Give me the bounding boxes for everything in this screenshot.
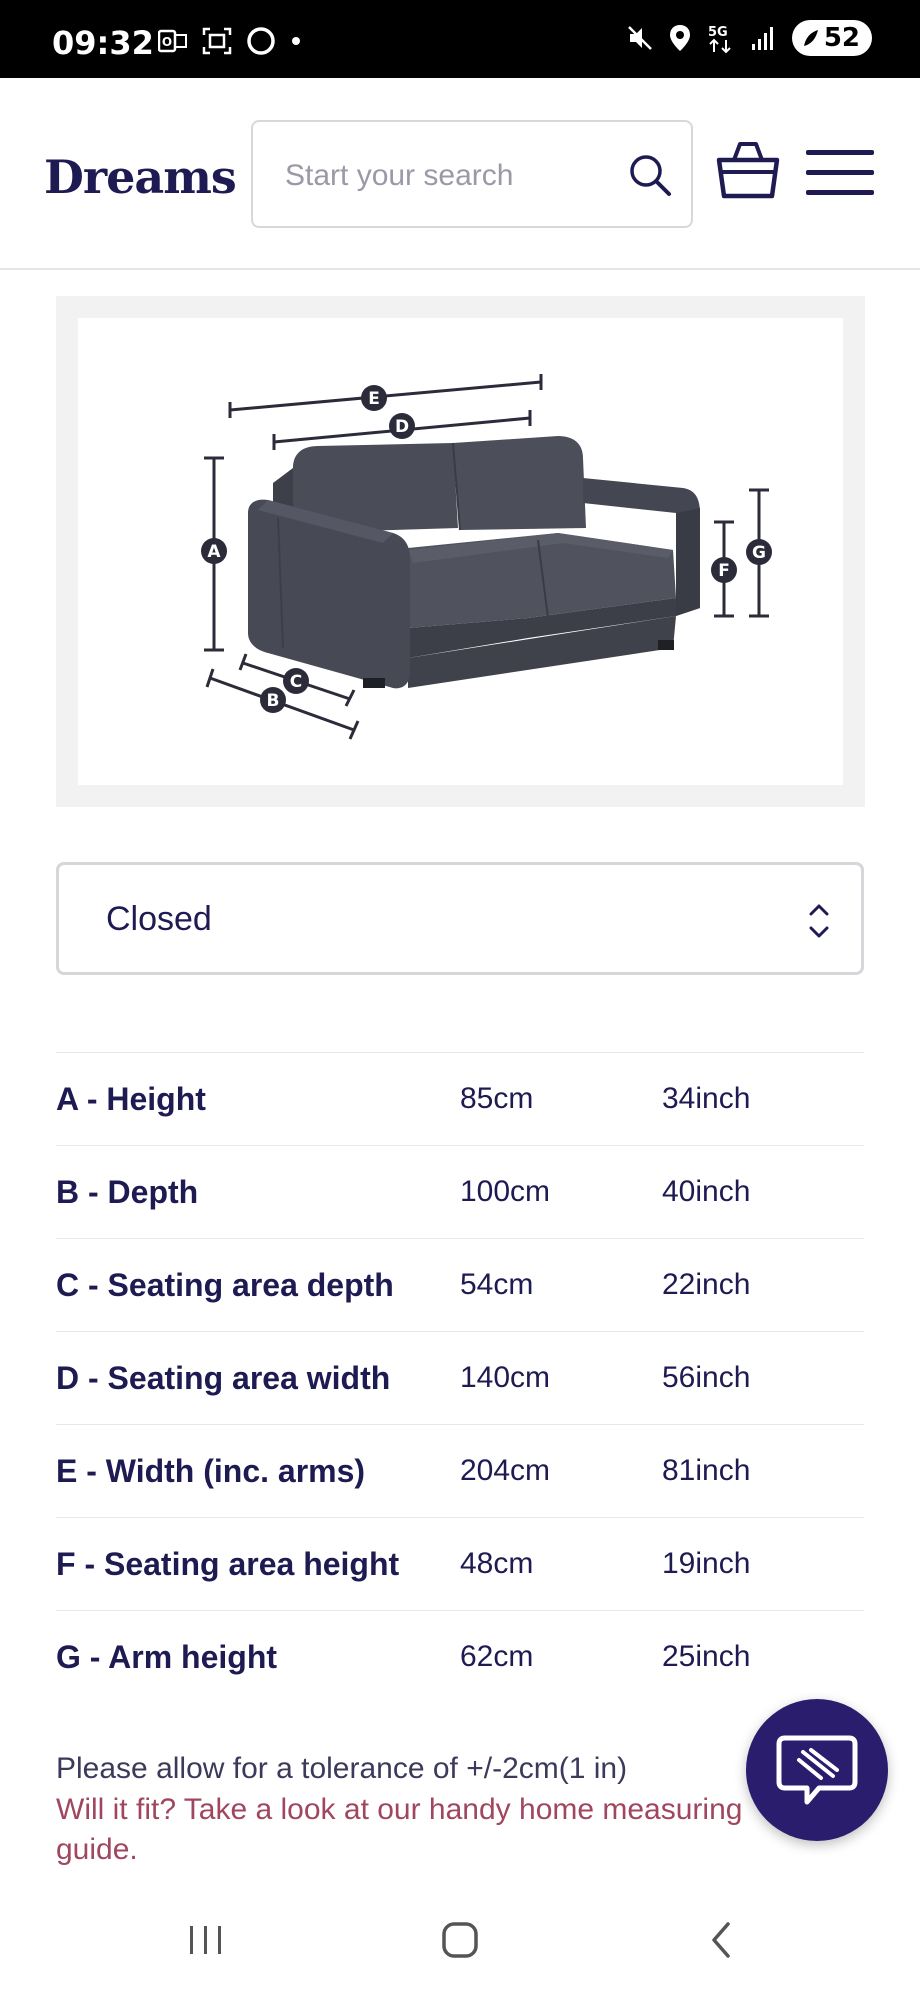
search-input[interactable] xyxy=(283,152,607,200)
signal-icon xyxy=(751,27,773,50)
dimension-label-e: E xyxy=(368,389,380,409)
chat-icon xyxy=(776,1735,858,1805)
table-row: B - Depth 100cm 40inch xyxy=(56,1145,864,1238)
dimension-line-f: F xyxy=(711,520,737,618)
sofa-state-select[interactable]: Closed xyxy=(56,862,864,975)
status-bar: 09:32 O 5G 52 xyxy=(0,0,920,78)
table-row: C - Seating area depth 54cm 22inch xyxy=(56,1238,864,1331)
status-time: 09:32 xyxy=(52,24,154,62)
svg-text:O: O xyxy=(162,35,172,49)
dimension-inch: 81inch xyxy=(662,1454,751,1487)
basket-icon[interactable] xyxy=(716,140,780,200)
dimension-inch: 25inch xyxy=(662,1640,751,1673)
table-row: G - Arm height 62cm 25inch xyxy=(56,1610,864,1703)
location-icon xyxy=(669,25,690,51)
dimension-cm: 85cm xyxy=(460,1082,534,1115)
dimension-cm: 100cm xyxy=(460,1175,551,1208)
dot-icon xyxy=(292,37,300,45)
sofa-diagram: E D A F G C B xyxy=(201,374,772,740)
search-icon[interactable] xyxy=(627,152,673,198)
dimension-label: C - Seating area depth xyxy=(56,1267,394,1303)
dimension-inch: 56inch xyxy=(662,1361,751,1394)
dimension-cm: 204cm xyxy=(460,1454,551,1487)
dimension-line-e: E xyxy=(228,374,543,418)
dimension-label: E - Width (inc. arms) xyxy=(56,1453,366,1489)
dimension-label: D - Seating area width xyxy=(56,1360,391,1396)
dimension-cm: 62cm xyxy=(460,1640,534,1673)
table-row: A - Height 85cm 34inch xyxy=(56,1052,864,1145)
dreams-logo[interactable]: Dreams xyxy=(44,150,237,204)
back-icon[interactable] xyxy=(702,1920,742,1960)
dimension-label: G - Arm height xyxy=(56,1639,278,1675)
battery-level: 52 xyxy=(823,23,860,53)
screenshot-icon xyxy=(202,27,232,55)
table-row: F - Seating area height 48cm 19inch xyxy=(56,1517,864,1610)
dimension-label: A - Height xyxy=(56,1081,206,1117)
dimension-diagram: E D A F G C B xyxy=(56,296,865,807)
dimension-line-g: G xyxy=(746,488,772,618)
dimension-inch: 34inch xyxy=(662,1082,751,1115)
outlook-icon: O xyxy=(158,29,187,53)
home-icon[interactable] xyxy=(440,1920,480,1960)
chevron-up-down-icon xyxy=(809,904,829,938)
dimension-label: B - Depth xyxy=(56,1174,199,1210)
battery-indicator: 52 xyxy=(791,20,872,56)
system-nav-bar xyxy=(0,1900,920,1993)
dimension-cm: 48cm xyxy=(460,1547,534,1580)
dimension-inch: 40inch xyxy=(662,1175,751,1208)
dimension-label-c: C xyxy=(290,672,302,692)
table-row: E - Width (inc. arms) 204cm 81inch xyxy=(56,1424,864,1517)
mute-icon xyxy=(627,26,652,50)
site-header: Dreams xyxy=(0,78,920,270)
dimension-cm: 54cm xyxy=(460,1268,534,1301)
dimension-label-a: A xyxy=(207,542,221,562)
dimension-inch: 19inch xyxy=(662,1547,751,1580)
recents-icon[interactable] xyxy=(186,1920,226,1960)
dimension-label-f: F xyxy=(718,561,730,581)
sofa-image xyxy=(248,436,700,689)
svg-text:5G: 5G xyxy=(708,25,728,40)
chat-button[interactable] xyxy=(746,1699,888,1841)
dimension-inch: 22inch xyxy=(662,1268,751,1301)
measuring-guide-link[interactable]: Will it fit? Take a look at our handy ho… xyxy=(56,1790,786,1870)
dimension-label-d: D xyxy=(395,417,409,437)
battery-icon xyxy=(803,30,818,46)
dimension-line-a: A xyxy=(201,456,227,652)
dimensions-table: A - Height 85cm 34inch B - Depth 100cm 4… xyxy=(56,1052,864,1703)
circle-icon xyxy=(247,27,275,55)
search-box[interactable] xyxy=(251,120,693,228)
dimension-label: F - Seating area height xyxy=(56,1546,400,1582)
menu-icon[interactable] xyxy=(806,148,874,198)
dimension-cm: 140cm xyxy=(460,1361,551,1394)
dimension-line-b: B xyxy=(205,668,360,740)
dimension-label-g: G xyxy=(752,543,766,563)
table-row: D - Seating area width 140cm 56inch xyxy=(56,1331,864,1424)
5g-icon: 5G xyxy=(708,25,731,54)
dimension-label-b: B xyxy=(267,691,280,711)
select-value: Closed xyxy=(106,900,212,938)
tolerance-note: Please allow for a tolerance of +/-2cm(1… xyxy=(56,1752,628,1785)
